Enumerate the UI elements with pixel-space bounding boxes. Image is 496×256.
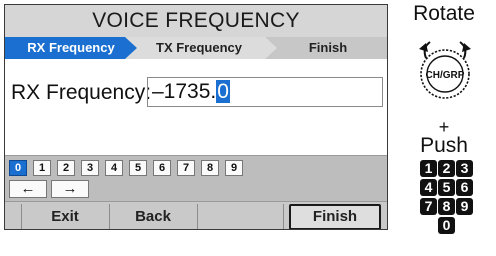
number-key-icon: 8: [438, 198, 455, 215]
digit-key-9[interactable]: 9: [225, 160, 243, 176]
digit-key-8[interactable]: 8: [201, 160, 219, 176]
number-key-icon: 7: [420, 198, 437, 215]
rx-frequency-row: RX Frequency: –1735.0: [11, 77, 383, 109]
digit-key-1[interactable]: 1: [33, 160, 51, 176]
rotate-label: Rotate: [413, 2, 475, 25]
rx-frequency-value: –1735.: [152, 80, 217, 103]
text-cursor: 0: [216, 80, 230, 103]
step-tx-frequency: TX Frequency: [121, 37, 277, 59]
number-key-icon: 1: [420, 160, 437, 177]
number-key-icon: 3: [456, 160, 473, 177]
digit-key-4[interactable]: 4: [105, 160, 123, 176]
step-indicator: Finish TX Frequency RX Frequency: [5, 37, 387, 59]
radio-display: VOICE FREQUENCY Finish TX Frequency RX F…: [4, 4, 388, 230]
blank-softkey[interactable]: [198, 204, 282, 229]
rx-frequency-label: RX Frequency:: [11, 81, 152, 104]
ch-grp-knob-icon: CH/GRP: [419, 41, 471, 99]
rx-frequency-input[interactable]: –1735.0: [147, 77, 383, 107]
digit-key-5[interactable]: 5: [129, 160, 147, 176]
number-key-icon: 2: [438, 160, 455, 177]
number-key-icon: 4: [420, 179, 437, 196]
cursor-left-button[interactable]: ←: [9, 180, 47, 198]
digit-key-0[interactable]: 0: [9, 160, 27, 176]
step-rx-frequency: RX Frequency: [5, 37, 137, 59]
digit-key-3[interactable]: 3: [81, 160, 99, 176]
softkey-bar: Exit Back Finish: [5, 201, 387, 229]
back-button[interactable]: Back: [110, 204, 196, 229]
digit-keypad: 0 1 2 3 4 5 6 7 8 9 ← →: [5, 155, 387, 202]
knob-label: CH/GRP: [426, 70, 465, 81]
instructions-panel: Rotate CH/GRP + Push 1 2 3 4 5 6 7 8 9 0: [396, 0, 496, 256]
number-key-icon: 0: [438, 217, 455, 234]
exit-button[interactable]: Exit: [22, 204, 108, 229]
digit-key-7[interactable]: 7: [177, 160, 195, 176]
digit-key-6[interactable]: 6: [153, 160, 171, 176]
screen-title: VOICE FREQUENCY: [5, 5, 387, 37]
cursor-right-button[interactable]: →: [51, 180, 89, 198]
softkey-divider: [283, 204, 284, 229]
number-key-icon: 6: [456, 179, 473, 196]
push-label: Push: [420, 134, 468, 157]
number-key-icon: 9: [456, 198, 473, 215]
finish-button[interactable]: Finish: [289, 204, 381, 229]
digit-key-2[interactable]: 2: [57, 160, 75, 176]
step-finish: Finish: [267, 37, 387, 59]
number-key-icon: 5: [438, 179, 455, 196]
